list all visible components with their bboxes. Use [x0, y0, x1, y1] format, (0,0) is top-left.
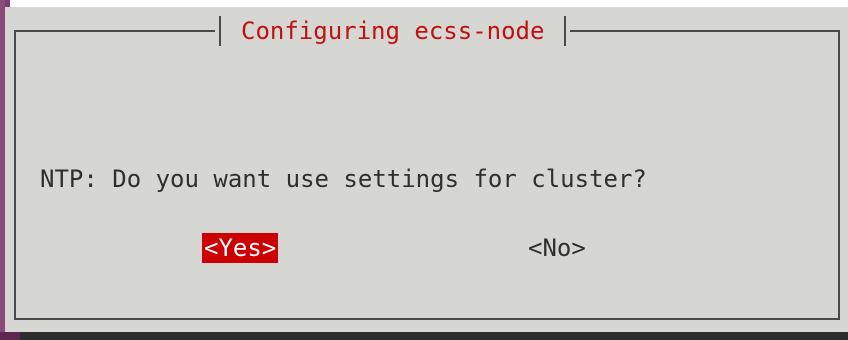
title-right-divider [564, 16, 567, 46]
dialog-question: NTP: Do you want use settings for cluste… [40, 165, 647, 193]
terminal-left-edge [0, 0, 5, 340]
yes-button[interactable]: <Yes> [202, 233, 279, 263]
terminal-bottom-edge [0, 332, 20, 340]
no-button[interactable]: <No> [526, 233, 588, 263]
dialog-title: Configuring ecss-node [241, 17, 545, 45]
dialog-title-container: Configuring ecss-node [215, 14, 571, 48]
terminal-top-strip [0, 0, 848, 7]
terminal-screen: Configuring ecss-node NTP: Do you want u… [0, 0, 848, 340]
dialog-bottom-shadow [0, 332, 848, 340]
